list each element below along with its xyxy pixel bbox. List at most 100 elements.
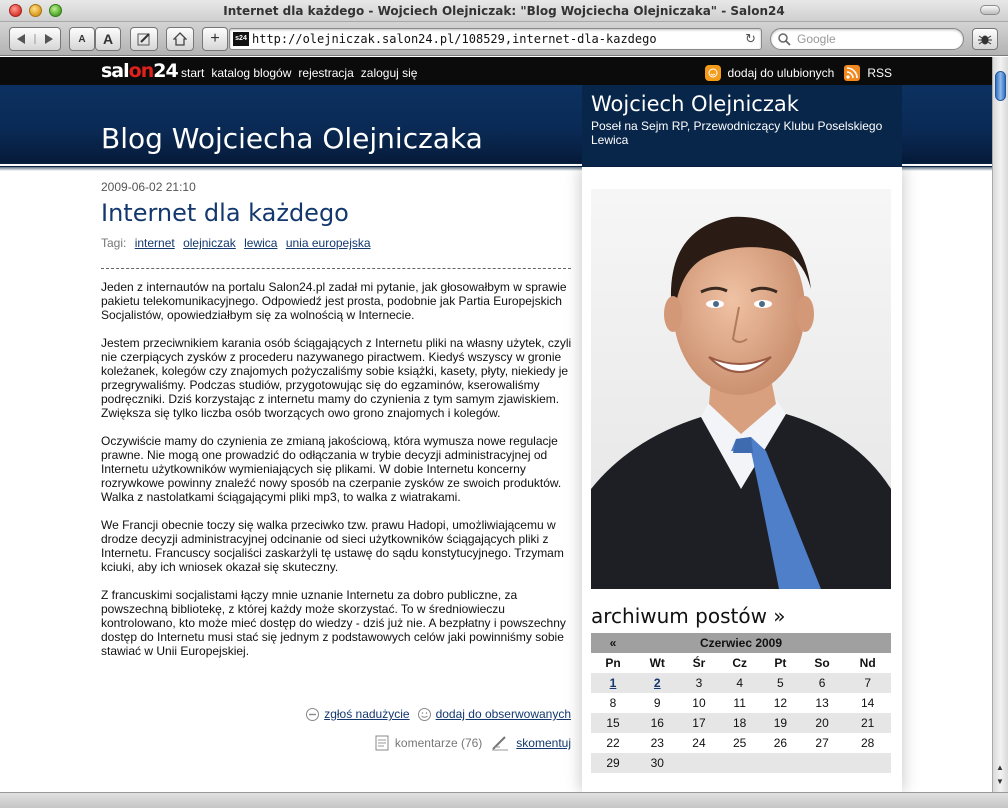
nav-login[interactable]: zaloguj się (361, 66, 418, 80)
vertical-scrollbar[interactable]: ▲ ▼ (992, 57, 1008, 792)
calendar-day: 15 (591, 713, 635, 733)
logo-text-post: 24 (153, 60, 178, 82)
calendar-week: 8 9 10 11 12 13 14 (591, 693, 891, 713)
calendar-day: 16 (635, 713, 680, 733)
calendar-day: 12 (773, 696, 788, 710)
author-box: Wojciech Olejniczak Poseł na Sejm RP, Pr… (582, 85, 902, 166)
calendar-day: 4 (718, 673, 761, 693)
author-photo-image (591, 189, 891, 589)
add-to-favorites-link[interactable]: dodaj do ulubionych (728, 66, 835, 80)
back-forward-buttons[interactable] (9, 27, 61, 51)
calendar-prev-month[interactable]: « (591, 633, 635, 653)
calendar-day: 5 (760, 673, 800, 693)
add-bookmark-button[interactable]: + (202, 27, 228, 51)
rss-icon (844, 65, 861, 81)
add-to-watched-link[interactable]: dodaj do obserwowanych (436, 707, 571, 721)
text-smaller-button[interactable]: A (69, 27, 95, 51)
nav-blog-catalog[interactable]: katalog blogów (211, 66, 291, 80)
post-paragraph: Z francuskimi socjalistami łączy mnie uz… (101, 588, 566, 658)
nav-register[interactable]: rejestracja (298, 66, 353, 80)
browser-toolbar: A A + s24 http://olejniczak.salon24.pl/1… (0, 22, 1008, 56)
address-bar[interactable]: s24 http://olejniczak.salon24.pl/108529,… (229, 28, 762, 50)
calendar-day (799, 753, 845, 773)
archive-calendar: « Czerwiec 2009 Pn Wt Śr Cz Pt So Nd 123456789… (591, 633, 891, 773)
scroll-up-arrow[interactable]: ▲ (996, 763, 1004, 772)
calendar-day-link[interactable]: 1 (610, 676, 617, 690)
search-placeholder: Google (797, 32, 836, 46)
calendar-day: 21 (844, 713, 891, 733)
calendar-week: 29 30 (591, 753, 891, 773)
window-titlebar: Internet dla każdego - Wojciech Olejnicz… (0, 0, 1008, 22)
calendar-weekday: So (799, 653, 845, 673)
calendar-day: 17 (679, 713, 719, 733)
calendar-day: 28 (861, 736, 875, 750)
toolbar-toggle-button[interactable] (980, 5, 1000, 15)
site-top-nav: sal on 24 start katalog blogów rejestrac… (0, 57, 992, 85)
nav-start[interactable]: start (181, 66, 204, 80)
calendar-day: 22 (606, 736, 620, 750)
tags-label: Tagi: (101, 236, 127, 250)
home-icon (173, 32, 187, 46)
post-actions: zgłoś nadużycie dodaj do obserwowanych (298, 707, 571, 721)
report-abuse-link[interactable]: zgłoś nadużycie (324, 707, 409, 721)
comments-count[interactable]: komentarze (76) (395, 736, 482, 750)
edit-button[interactable] (130, 27, 158, 51)
bug-report-button[interactable] (972, 28, 998, 50)
calendar-day: 24 (692, 736, 706, 750)
calendar-day: 19 (760, 713, 800, 733)
text-larger-button[interactable]: A (95, 27, 121, 51)
calendar-day: 6 (799, 673, 845, 693)
scroll-down-arrow[interactable]: ▼ (996, 777, 1004, 786)
calendar-day-link[interactable]: 2 (654, 676, 661, 690)
calendar-day (679, 753, 719, 773)
calendar-day: 8 (609, 696, 617, 710)
report-abuse-icon (306, 707, 320, 721)
author-name[interactable]: Wojciech Olejniczak (591, 92, 799, 116)
scrollbar-thumb[interactable] (995, 71, 1006, 101)
calendar-weekday: Nd (844, 653, 891, 673)
calendar-day: 29 (591, 753, 635, 773)
calendar-week: 22 23 24 25 26 27 28 (591, 733, 891, 753)
document-icon (375, 735, 389, 751)
site-favicon: s24 (233, 32, 249, 46)
calendar-day: 2 (635, 673, 680, 693)
calendar-weekdays: Pn Wt Śr Cz Pt So Nd (591, 653, 891, 673)
salon24-logo[interactable]: sal on 24 (101, 60, 179, 82)
calendar-day: 14 (861, 696, 875, 710)
calendar-day (760, 753, 800, 773)
post-title[interactable]: Internet dla każdego (101, 199, 349, 227)
logo-text-pre: sal (101, 60, 130, 82)
calendar-day: 27 (815, 736, 829, 750)
back-forward-icon (17, 34, 53, 44)
tag-olejniczak[interactable]: olejniczak (183, 236, 236, 250)
post-paragraph: Jeden z internautów na portalu Salon24.p… (101, 280, 567, 322)
reload-icon[interactable]: ↻ (745, 31, 756, 47)
home-button[interactable] (166, 27, 194, 51)
author-portrait (591, 189, 891, 589)
calendar-day: 23 (650, 736, 664, 750)
url-text[interactable]: http://olejniczak.salon24.pl/108529,inte… (252, 32, 657, 46)
calendar-day (718, 753, 761, 773)
post-archive-link[interactable]: archiwum postów » (591, 604, 786, 628)
tag-internet[interactable]: internet (135, 236, 175, 250)
calendar-day: 30 (635, 753, 680, 773)
calendar-week: 1 2 34567 (591, 673, 891, 693)
window-title: Internet dla każdego - Wojciech Olejnicz… (223, 4, 785, 18)
calendar-day: 9 (653, 696, 661, 710)
calendar-day: 20 (799, 713, 845, 733)
tag-unia-europejska[interactable]: unia europejska (286, 236, 371, 250)
calendar-day: 26 (773, 736, 788, 750)
calendar-day (844, 753, 891, 773)
calendar-weekday: Śr (679, 653, 719, 673)
post-tags: Tagi: internet olejniczak lewica unia eu… (101, 236, 371, 250)
calendar-day: 3 (679, 673, 719, 693)
status-bar (0, 792, 1008, 808)
tag-lewica[interactable]: lewica (244, 236, 277, 250)
calendar-day: 13 (815, 696, 829, 710)
search-field[interactable]: Google (770, 28, 964, 50)
blog-title[interactable]: Blog Wojciecha Olejniczaka (101, 122, 483, 155)
calendar-weekday: Pn (591, 653, 635, 673)
write-comment-link[interactable]: skomentuj (516, 736, 571, 750)
rss-link[interactable]: RSS (867, 66, 892, 80)
calendar-weekday: Pt (760, 653, 800, 673)
